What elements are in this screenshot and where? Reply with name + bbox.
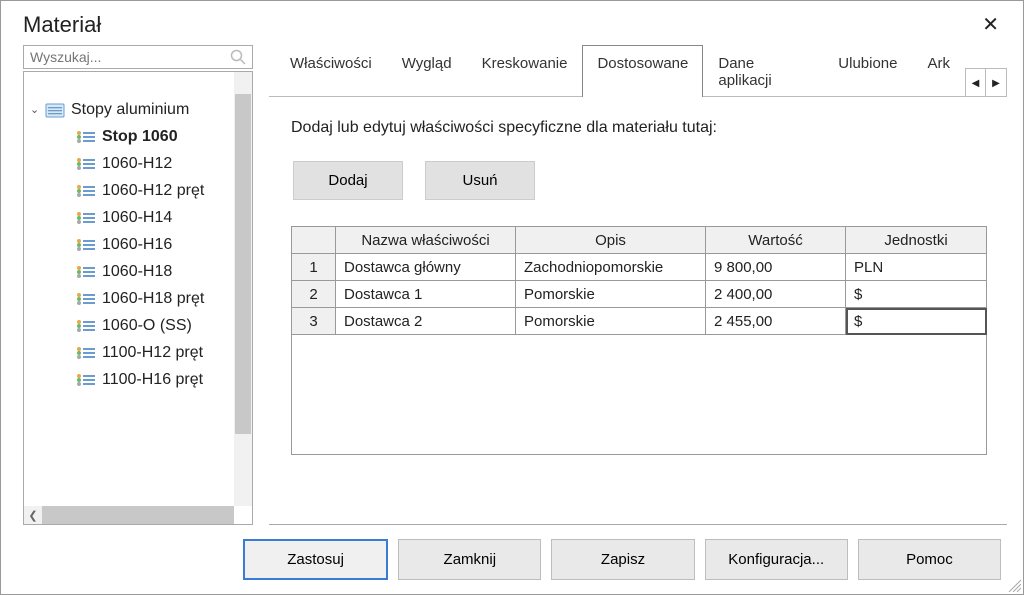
tab-scroll-left-icon[interactable]: ◀ — [966, 69, 986, 97]
list-item-icon — [76, 319, 96, 333]
tabs-row: WłaściwościWyglądKreskowanieDostosowaneD… — [269, 45, 1007, 97]
tree-item-label: 1060-H18 pręt — [102, 290, 204, 308]
cell-desc[interactable]: Pomorskie — [516, 308, 706, 335]
tree-item[interactable]: Stop 1060 — [24, 123, 252, 150]
col-header-rownum — [292, 227, 336, 254]
panel-instruction: Dodaj lub edytuj właściwości specyficzne… — [291, 119, 987, 137]
row-number-cell: 2 — [292, 281, 336, 308]
list-item-icon — [76, 346, 96, 360]
row-number-cell: 3 — [292, 308, 336, 335]
tree-root-aluminium-alloys[interactable]: ⌄ Stopy aluminium — [24, 96, 252, 123]
list-item-icon — [76, 130, 96, 144]
tab-ark[interactable]: Ark — [913, 45, 966, 97]
tab-dane aplikacji[interactable]: Dane aplikacji — [703, 45, 823, 97]
cell-unit[interactable]: $ — [846, 281, 987, 308]
tree-item[interactable]: 1060-H12 — [24, 150, 252, 177]
tree-item[interactable]: 1060-H18 — [24, 258, 252, 285]
tree-item[interactable]: 1060-H16 — [24, 231, 252, 258]
tree-item-label: 1100-H12 pręt — [102, 344, 203, 362]
list-item-icon — [76, 292, 96, 306]
list-item-icon — [76, 184, 96, 198]
tab-body-dostosowane: Dodaj lub edytuj właściwości specyficzne… — [269, 97, 1007, 524]
tree-item-label: 1060-H12 pręt — [102, 182, 204, 200]
material-tree: ⌄ Stopy aluminium Stop 1060 1060-H12 1060-… — [23, 71, 253, 525]
add-button[interactable]: Dodaj — [293, 161, 403, 200]
list-item-icon — [76, 211, 96, 225]
tree-item-label: 1100-H16 pręt — [102, 371, 203, 389]
cell-desc[interactable]: Pomorskie — [516, 281, 706, 308]
scroll-left-icon[interactable]: ❮ — [24, 509, 42, 522]
tree-item[interactable]: 1060-H14 — [24, 204, 252, 231]
tree-item-label: 1060-O (SS) — [102, 317, 192, 335]
apply-button[interactable]: Zastosuj — [243, 539, 388, 580]
search-input[interactable] — [30, 49, 230, 65]
cell-name[interactable]: Dostawca główny — [336, 254, 516, 281]
dialog-footer: Zastosuj Zamknij Zapisz Konfiguracja... … — [1, 525, 1023, 594]
tab-scroll-right-icon[interactable]: ▶ — [986, 69, 1006, 97]
tab-ulubione[interactable]: Ulubione — [823, 45, 912, 97]
table-row[interactable]: 1Dostawca głównyZachodniopomorskie9 800,… — [292, 254, 987, 281]
left-pane: ⌄ Stopy aluminium Stop 1060 1060-H12 1060-… — [23, 45, 253, 525]
tree-item[interactable]: 1060-O (SS) — [24, 312, 252, 339]
search-field-wrapper — [23, 45, 253, 69]
dialog-title: Materiał — [23, 12, 101, 38]
titlebar: Materiał ✕ — [1, 1, 1023, 45]
cell-unit[interactable]: PLN — [846, 254, 987, 281]
tree-item-label: 1060-H12 — [102, 155, 172, 173]
list-item-icon — [76, 157, 96, 171]
row-number-cell: 1 — [292, 254, 336, 281]
right-pane: WłaściwościWyglądKreskowanieDostosowaneD… — [269, 45, 1007, 525]
close-button[interactable]: Zamknij — [398, 539, 541, 580]
tree-item-label: 1060-H18 — [102, 263, 172, 281]
cell-value[interactable]: 2 400,00 — [706, 281, 846, 308]
cell-value[interactable]: 2 455,00 — [706, 308, 846, 335]
configuration-button[interactable]: Konfiguracja... — [705, 539, 848, 580]
table-row[interactable]: 2Dostawca 1Pomorskie2 400,00$ — [292, 281, 987, 308]
folder-icon — [45, 101, 65, 119]
tree-vertical-scrollbar[interactable] — [234, 72, 252, 506]
table-empty-area — [291, 335, 987, 455]
save-button[interactable]: Zapisz — [551, 539, 694, 580]
tree-item-label: Stop 1060 — [102, 128, 178, 146]
tree-item[interactable]: 1060-H12 pręt — [24, 177, 252, 204]
cell-value[interactable]: 9 800,00 — [706, 254, 846, 281]
col-header-desc: Opis — [516, 227, 706, 254]
tree-item[interactable]: 1100-H16 pręt — [24, 366, 252, 393]
tab-wygląd[interactable]: Wygląd — [387, 45, 467, 97]
resize-grip-icon[interactable] — [1005, 576, 1021, 592]
tree-item[interactable]: 1060-H18 pręt — [24, 285, 252, 312]
table-row[interactable]: 3Dostawca 2Pomorskie2 455,00$ — [292, 308, 987, 335]
material-dialog: Materiał ✕ ⌄ Stopy aluminium Stop 1060 10… — [0, 0, 1024, 595]
cell-name[interactable]: Dostawca 1 — [336, 281, 516, 308]
tree-horizontal-scrollbar[interactable]: ❮ — [24, 506, 234, 524]
search-icon — [230, 49, 246, 65]
col-header-unit: Jednostki — [846, 227, 987, 254]
list-item-icon — [76, 373, 96, 387]
tab-właściwości[interactable]: Właściwości — [275, 45, 387, 97]
tab-dostosowane[interactable]: Dostosowane — [582, 45, 703, 97]
col-header-name: Nazwa właściwości — [336, 227, 516, 254]
tree-item[interactable]: 1100-H12 pręt — [24, 339, 252, 366]
cell-name[interactable]: Dostawca 2 — [336, 308, 516, 335]
cell-unit[interactable]: $ — [846, 308, 987, 335]
tab-kreskowanie[interactable]: Kreskowanie — [467, 45, 583, 97]
remove-button[interactable]: Usuń — [425, 161, 535, 200]
tree-item-label: 1060-H16 — [102, 236, 172, 254]
tab-scroll-arrows: ◀ ▶ — [965, 68, 1007, 97]
list-item-icon — [76, 265, 96, 279]
list-item-icon — [76, 238, 96, 252]
chevron-down-icon[interactable]: ⌄ — [30, 103, 43, 116]
tree-root-label: Stopy aluminium — [71, 101, 189, 119]
tree-item-label: 1060-H14 — [102, 209, 172, 227]
help-button[interactable]: Pomoc — [858, 539, 1001, 580]
col-header-value: Wartość — [706, 227, 846, 254]
close-icon[interactable]: ✕ — [974, 11, 1007, 39]
custom-properties-table: Nazwa właściwości Opis Wartość Jednostki… — [291, 226, 987, 335]
cell-desc[interactable]: Zachodniopomorskie — [516, 254, 706, 281]
